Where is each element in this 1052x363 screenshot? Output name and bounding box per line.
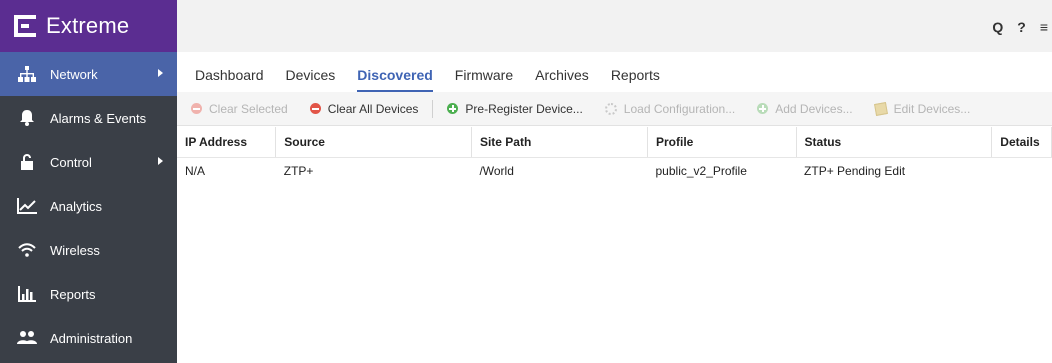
chevron-right-icon: [158, 157, 163, 165]
column-header-status[interactable]: Status: [796, 127, 993, 158]
search-icon[interactable]: Q: [992, 19, 1003, 35]
brand-name: Extreme: [46, 13, 130, 38]
users-icon: [16, 330, 38, 346]
sidebar: Extreme Network Alarms & Events Control …: [0, 0, 177, 363]
remove-icon: [309, 103, 321, 114]
tab-reports[interactable]: Reports: [611, 67, 660, 92]
clear-selected-label: Clear Selected: [209, 101, 288, 116]
sidebar-item-control[interactable]: Control: [0, 140, 177, 184]
discovered-devices-table: IP Address Source Site Path Profile Stat…: [177, 127, 1052, 185]
edit-icon: [873, 101, 888, 116]
sidebar-item-wireless[interactable]: Wireless: [0, 228, 177, 272]
menu-icon[interactable]: ≡: [1040, 19, 1048, 35]
cell-status: ZTP+ Pending Edit: [804, 164, 906, 179]
sidebar-item-label: Analytics: [50, 198, 103, 214]
app-window: Extreme Network Alarms & Events Control …: [0, 0, 1052, 363]
add-devices-button[interactable]: Add Devices...: [757, 101, 853, 116]
pre-register-device-button[interactable]: Pre-Register Device...: [447, 101, 583, 116]
cell-ip-address: N/A: [185, 164, 206, 179]
pre-register-label: Pre-Register Device...: [465, 101, 583, 116]
sidebar-item-label: Network: [50, 66, 98, 82]
wifi-icon: [16, 243, 38, 257]
sidebar-nav: Network Alarms & Events Control Analytic…: [0, 52, 177, 360]
lock-icon: [16, 154, 38, 170]
clear-all-devices-button[interactable]: Clear All Devices: [309, 101, 419, 116]
top-bar-icons: Q ? ≡: [992, 19, 1052, 35]
tab-archives[interactable]: Archives: [535, 67, 589, 92]
remove-icon: [191, 103, 202, 114]
cell-source: ZTP+: [283, 164, 314, 179]
table-header-row: IP Address Source Site Path Profile Stat…: [177, 127, 1052, 158]
column-header-profile[interactable]: Profile: [647, 127, 797, 158]
column-header-site-path[interactable]: Site Path: [471, 127, 649, 158]
bar-chart-icon: [16, 286, 38, 302]
top-bar: Q ? ≡: [177, 0, 1052, 52]
bell-icon: [16, 110, 38, 126]
help-icon[interactable]: ?: [1017, 19, 1026, 35]
cell-site-path: /World: [479, 164, 514, 179]
clear-all-label: Clear All Devices: [327, 101, 419, 116]
edit-devices-label: Edit Devices...: [893, 101, 971, 116]
sidebar-item-reports[interactable]: Reports: [0, 272, 177, 316]
tab-bar: Dashboard Devices Discovered Firmware Ar…: [177, 52, 1052, 92]
add-devices-label: Add Devices...: [775, 101, 853, 116]
column-header-details[interactable]: Details: [991, 127, 1052, 158]
sidebar-item-label: Reports: [50, 286, 96, 302]
chevron-right-icon: [158, 69, 163, 77]
sidebar-item-administration[interactable]: Administration: [0, 316, 177, 360]
extreme-logo-icon: [14, 15, 36, 37]
gear-icon: [604, 102, 617, 115]
network-icon: [16, 66, 38, 82]
tab-firmware[interactable]: Firmware: [455, 67, 513, 92]
clear-selected-button[interactable]: Clear Selected: [191, 102, 288, 116]
chart-icon: [16, 198, 38, 214]
add-icon: [757, 103, 769, 114]
column-header-source[interactable]: Source: [275, 127, 472, 158]
add-icon: [447, 103, 459, 114]
sidebar-item-alarms-events[interactable]: Alarms & Events: [0, 96, 177, 140]
load-configuration-button[interactable]: Load Configuration...: [604, 101, 736, 116]
brand-header[interactable]: Extreme: [0, 0, 177, 52]
sidebar-item-label: Control: [50, 154, 92, 170]
toolbar-separator: [432, 99, 434, 118]
sidebar-item-network[interactable]: Network: [0, 52, 177, 96]
table-row[interactable]: N/A ZTP+ /World public_v2_Profile ZTP+ P…: [177, 157, 1052, 185]
cell-profile: public_v2_Profile: [655, 164, 747, 179]
sidebar-item-label: Administration: [50, 330, 133, 346]
column-header-ip-address[interactable]: IP Address: [177, 127, 277, 158]
sidebar-item-label: Wireless: [50, 242, 100, 258]
edit-devices-button[interactable]: Edit Devices...: [873, 101, 971, 116]
sidebar-item-label: Alarms & Events: [50, 110, 147, 126]
tab-devices[interactable]: Devices: [286, 67, 336, 92]
cell-details: [992, 157, 1052, 185]
sidebar-item-analytics[interactable]: Analytics: [0, 184, 177, 228]
load-configuration-label: Load Configuration...: [623, 101, 736, 116]
tab-discovered[interactable]: Discovered: [357, 67, 433, 92]
toolbar: Clear Selected Clear All Devices Pre-Reg…: [177, 92, 1052, 126]
tab-dashboard[interactable]: Dashboard: [195, 67, 264, 92]
